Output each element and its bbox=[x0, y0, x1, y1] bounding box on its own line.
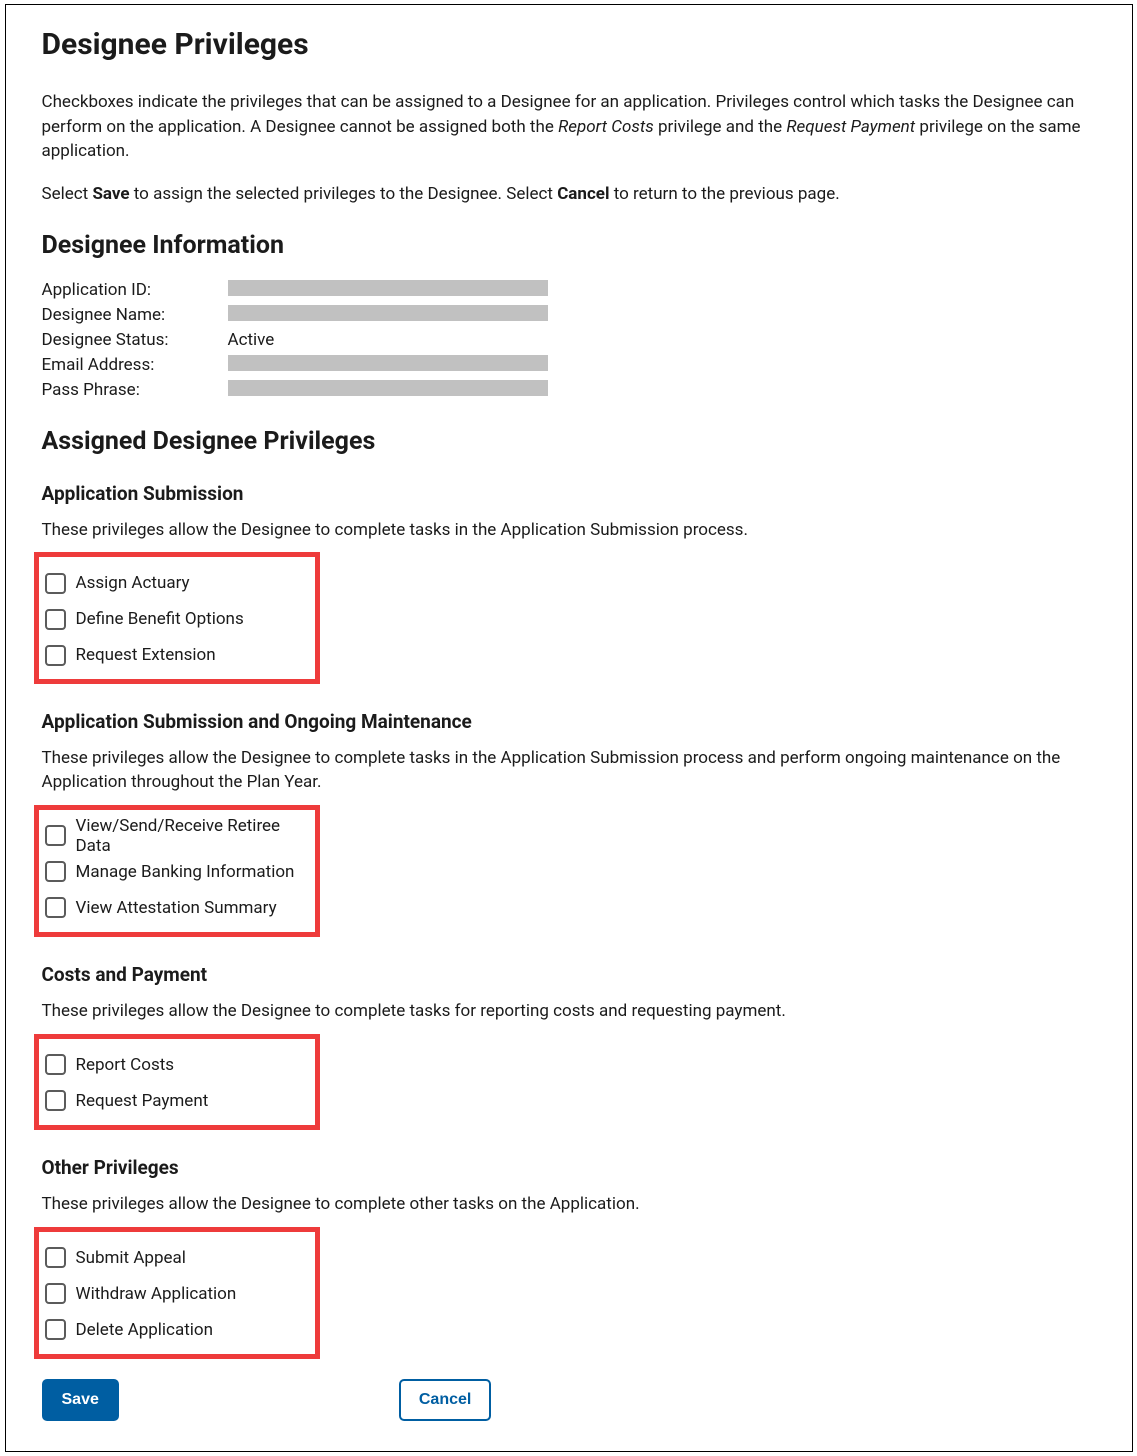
checkbox-row-define-benefit: Define Benefit Options bbox=[45, 601, 309, 637]
pass-value bbox=[228, 380, 548, 401]
checkbox-label-request-extension: Request Extension bbox=[76, 645, 216, 665]
info-row-pass: Pass Phrase: bbox=[42, 378, 1096, 403]
checkbox-row-report-costs: Report Costs bbox=[45, 1047, 309, 1083]
designee-info-heading: Designee Information bbox=[42, 231, 1096, 260]
checkbox-withdraw[interactable] bbox=[45, 1283, 66, 1304]
checkbox-label-banking: Manage Banking Information bbox=[76, 862, 295, 882]
checkbox-label-delete: Delete Application bbox=[76, 1320, 214, 1340]
intro-p2-prefix: Select bbox=[42, 184, 93, 204]
highlight-other: Submit Appeal Withdraw Application Delet… bbox=[34, 1227, 320, 1359]
app-sub-desc: These privileges allow the Designee to c… bbox=[42, 519, 1096, 543]
checkbox-attestation[interactable] bbox=[45, 897, 66, 918]
checkbox-label-request-payment: Request Payment bbox=[76, 1091, 209, 1111]
page-title: Designee Privileges bbox=[42, 27, 1096, 62]
checkbox-label-submit-appeal: Submit Appeal bbox=[76, 1248, 186, 1268]
checkbox-row-withdraw: Withdraw Application bbox=[45, 1276, 309, 1312]
other-heading: Other Privileges bbox=[42, 1156, 1096, 1179]
checkbox-row-delete: Delete Application bbox=[45, 1312, 309, 1348]
app-id-value bbox=[228, 280, 548, 301]
intro-paragraph-2: Select Save to assign the selected privi… bbox=[42, 182, 1096, 207]
checkbox-label-report-costs: Report Costs bbox=[76, 1055, 175, 1075]
checkbox-row-request-extension: Request Extension bbox=[45, 637, 309, 673]
intro-p1-em1: Report Costs bbox=[558, 117, 654, 137]
checkbox-label-define-benefit: Define Benefit Options bbox=[76, 609, 244, 629]
checkbox-delete[interactable] bbox=[45, 1319, 66, 1340]
name-label: Designee Name: bbox=[42, 305, 228, 325]
app-id-label: Application ID: bbox=[42, 280, 228, 300]
checkbox-row-request-payment: Request Payment bbox=[45, 1083, 309, 1119]
checkbox-row-banking: Manage Banking Information bbox=[45, 854, 309, 890]
app-sub-heading: Application Submission bbox=[42, 482, 1096, 505]
checkbox-label-retiree-data: View/Send/Receive Retiree Data bbox=[76, 816, 309, 856]
privileges-heading: Assigned Designee Privileges bbox=[42, 427, 1096, 456]
pass-label: Pass Phrase: bbox=[42, 380, 228, 400]
email-value bbox=[228, 355, 548, 376]
intro-p2-mid: to assign the selected privileges to the… bbox=[130, 184, 558, 204]
info-row-name: Designee Name: bbox=[42, 303, 1096, 328]
costs-heading: Costs and Payment bbox=[42, 963, 1096, 986]
other-desc: These privileges allow the Designee to c… bbox=[42, 1193, 1096, 1217]
checkbox-row-retiree-data: View/Send/Receive Retiree Data bbox=[45, 818, 309, 854]
button-row: Save Cancel bbox=[42, 1379, 1096, 1421]
highlight-app-sub-maint: View/Send/Receive Retiree Data Manage Ba… bbox=[34, 805, 320, 937]
checkbox-request-extension[interactable] bbox=[45, 645, 66, 666]
checkbox-row-submit-appeal: Submit Appeal bbox=[45, 1240, 309, 1276]
costs-desc: These privileges allow the Designee to c… bbox=[42, 1000, 1096, 1024]
app-sub-maint-desc: These privileges allow the Designee to c… bbox=[42, 747, 1096, 795]
info-row-email: Email Address: bbox=[42, 353, 1096, 378]
intro-p2-suffix: to return to the previous page. bbox=[609, 184, 839, 204]
intro-p1-mid: privilege and the bbox=[654, 117, 787, 137]
intro-paragraph-1: Checkboxes indicate the privileges that … bbox=[42, 90, 1096, 164]
redacted-block bbox=[228, 305, 548, 321]
checkbox-banking[interactable] bbox=[45, 861, 66, 882]
checkbox-report-costs[interactable] bbox=[45, 1054, 66, 1075]
checkbox-assign-actuary[interactable] bbox=[45, 573, 66, 594]
app-sub-maint-heading: Application Submission and Ongoing Maint… bbox=[42, 710, 1096, 733]
checkbox-retiree-data[interactable] bbox=[45, 825, 66, 846]
info-row-app-id: Application ID: bbox=[42, 278, 1096, 303]
page-container: Designee Privileges Checkboxes indicate … bbox=[5, 4, 1133, 1452]
name-value bbox=[228, 305, 548, 326]
highlight-costs: Report Costs Request Payment bbox=[34, 1034, 320, 1130]
designee-info-table: Application ID: Designee Name: Designee … bbox=[42, 278, 1096, 403]
info-row-status: Designee Status: Active bbox=[42, 328, 1096, 353]
checkbox-row-attestation: View Attestation Summary bbox=[45, 890, 309, 926]
intro-p2-b1: Save bbox=[92, 184, 129, 204]
status-label: Designee Status: bbox=[42, 330, 228, 350]
redacted-block bbox=[228, 355, 548, 371]
checkbox-label-assign-actuary: Assign Actuary bbox=[76, 573, 190, 593]
redacted-block bbox=[228, 280, 548, 296]
intro-text: Checkboxes indicate the privileges that … bbox=[42, 90, 1096, 207]
redacted-block bbox=[228, 380, 548, 396]
highlight-app-sub: Assign Actuary Define Benefit Options Re… bbox=[34, 552, 320, 684]
status-value: Active bbox=[228, 330, 548, 350]
checkbox-request-payment[interactable] bbox=[45, 1090, 66, 1111]
cancel-button[interactable]: Cancel bbox=[399, 1379, 491, 1421]
intro-p1-em2: Request Payment bbox=[786, 117, 915, 137]
checkbox-row-assign-actuary: Assign Actuary bbox=[45, 565, 309, 601]
email-label: Email Address: bbox=[42, 355, 228, 375]
checkbox-label-attestation: View Attestation Summary bbox=[76, 898, 277, 918]
checkbox-label-withdraw: Withdraw Application bbox=[76, 1284, 237, 1304]
intro-p2-b2: Cancel bbox=[557, 184, 609, 204]
checkbox-submit-appeal[interactable] bbox=[45, 1247, 66, 1268]
checkbox-define-benefit[interactable] bbox=[45, 609, 66, 630]
save-button[interactable]: Save bbox=[42, 1379, 119, 1421]
